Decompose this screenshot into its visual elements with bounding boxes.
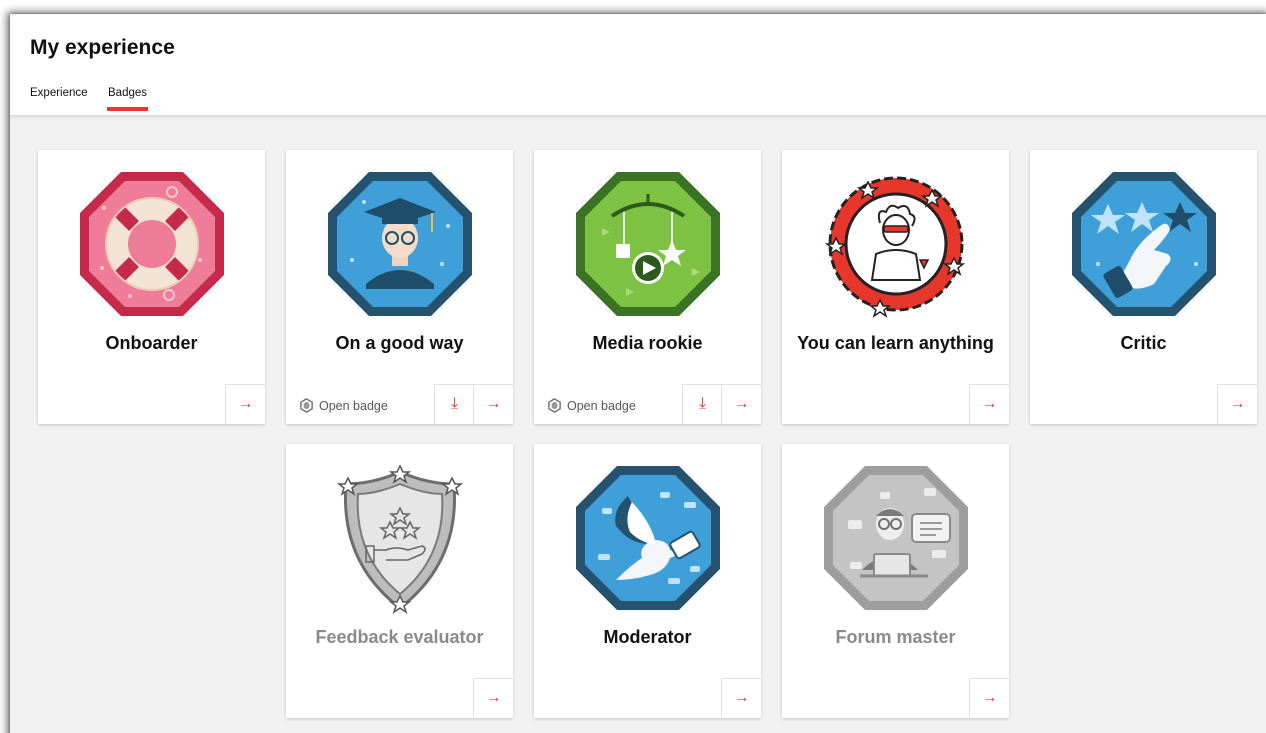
dove-badge-icon — [572, 462, 724, 614]
badge-title: Onboarder — [105, 333, 198, 353]
badge-title: You can learn anything — [797, 333, 994, 353]
badge-card-critic: Critic → — [1030, 150, 1257, 424]
card-footer: → — [534, 678, 761, 718]
badge-card-onboarder: Onboarder → — [38, 150, 265, 424]
forum-laptop-badge-icon — [820, 462, 972, 614]
card-footer: → — [38, 384, 265, 424]
card-footer: → — [286, 678, 513, 718]
open-details-arrow-button[interactable]: → — [969, 384, 1009, 424]
card-footer: → — [782, 384, 1009, 424]
tab-badges-label: Badges — [108, 87, 148, 99]
app-window: My experience Experience Badges Onboarde… — [10, 14, 1266, 733]
open-badge-icon — [548, 398, 561, 413]
open-details-arrow-button[interactable]: → — [721, 384, 761, 424]
badge-title: Forum master — [835, 627, 956, 647]
lifebuoy-badge-icon — [76, 168, 228, 320]
badge-title: Critic — [1120, 333, 1167, 353]
shield-stars-hand-badge-icon — [324, 462, 476, 614]
open-badge-indicator: Open badge — [299, 398, 388, 413]
badge-title: On a good way — [335, 333, 464, 353]
open-details-arrow-button[interactable]: → — [969, 678, 1009, 718]
card-footer: → — [1030, 384, 1257, 424]
open-badge-indicator: Open badge — [547, 398, 636, 413]
card-footer: Open badge ⤓ → — [286, 384, 513, 424]
download-button[interactable]: ⤓ — [682, 384, 722, 424]
scientist-badge-icon — [820, 168, 972, 320]
badge-card-forum-master: Forum master → — [782, 444, 1009, 718]
badge-title: Moderator — [603, 627, 692, 647]
badge-title: Media rookie — [592, 333, 703, 353]
open-badge-label: Open badge — [319, 398, 388, 413]
badge-title: Feedback evaluator — [315, 627, 484, 647]
open-details-arrow-button[interactable]: → — [473, 678, 513, 718]
tab-experience[interactable]: Experience — [30, 87, 88, 99]
open-badge-icon — [300, 398, 313, 413]
open-details-arrow-button[interactable]: → — [473, 384, 513, 424]
badge-card-moderator: Moderator → — [534, 444, 761, 718]
badge-card-media-rookie: Media rookie Open badge ⤓ → — [534, 150, 761, 424]
badge-card-you-can-learn-anything: You can learn anything → — [782, 150, 1009, 424]
media-mobile-badge-icon — [572, 168, 724, 320]
open-details-arrow-button[interactable]: → — [225, 384, 265, 424]
tab-badges[interactable]: Badges — [107, 87, 149, 111]
thumb-stars-badge-icon — [1068, 168, 1220, 320]
card-footer: → — [782, 678, 1009, 718]
page-header: My experience Experience Badges — [10, 14, 1266, 115]
download-button[interactable]: ⤓ — [434, 384, 474, 424]
page-title: My experience — [30, 36, 175, 59]
open-details-arrow-button[interactable]: → — [1217, 384, 1257, 424]
badge-card-feedback-evaluator: Feedback evaluator → — [286, 444, 513, 718]
open-badge-label: Open badge — [567, 398, 636, 413]
badge-card-on-a-good-way: On a good way Open badge ⤓ → — [286, 150, 513, 424]
graduate-badge-icon — [324, 168, 476, 320]
card-footer: Open badge ⤓ → — [534, 384, 761, 424]
open-details-arrow-button[interactable]: → — [721, 678, 761, 718]
active-tab-indicator — [107, 107, 149, 111]
